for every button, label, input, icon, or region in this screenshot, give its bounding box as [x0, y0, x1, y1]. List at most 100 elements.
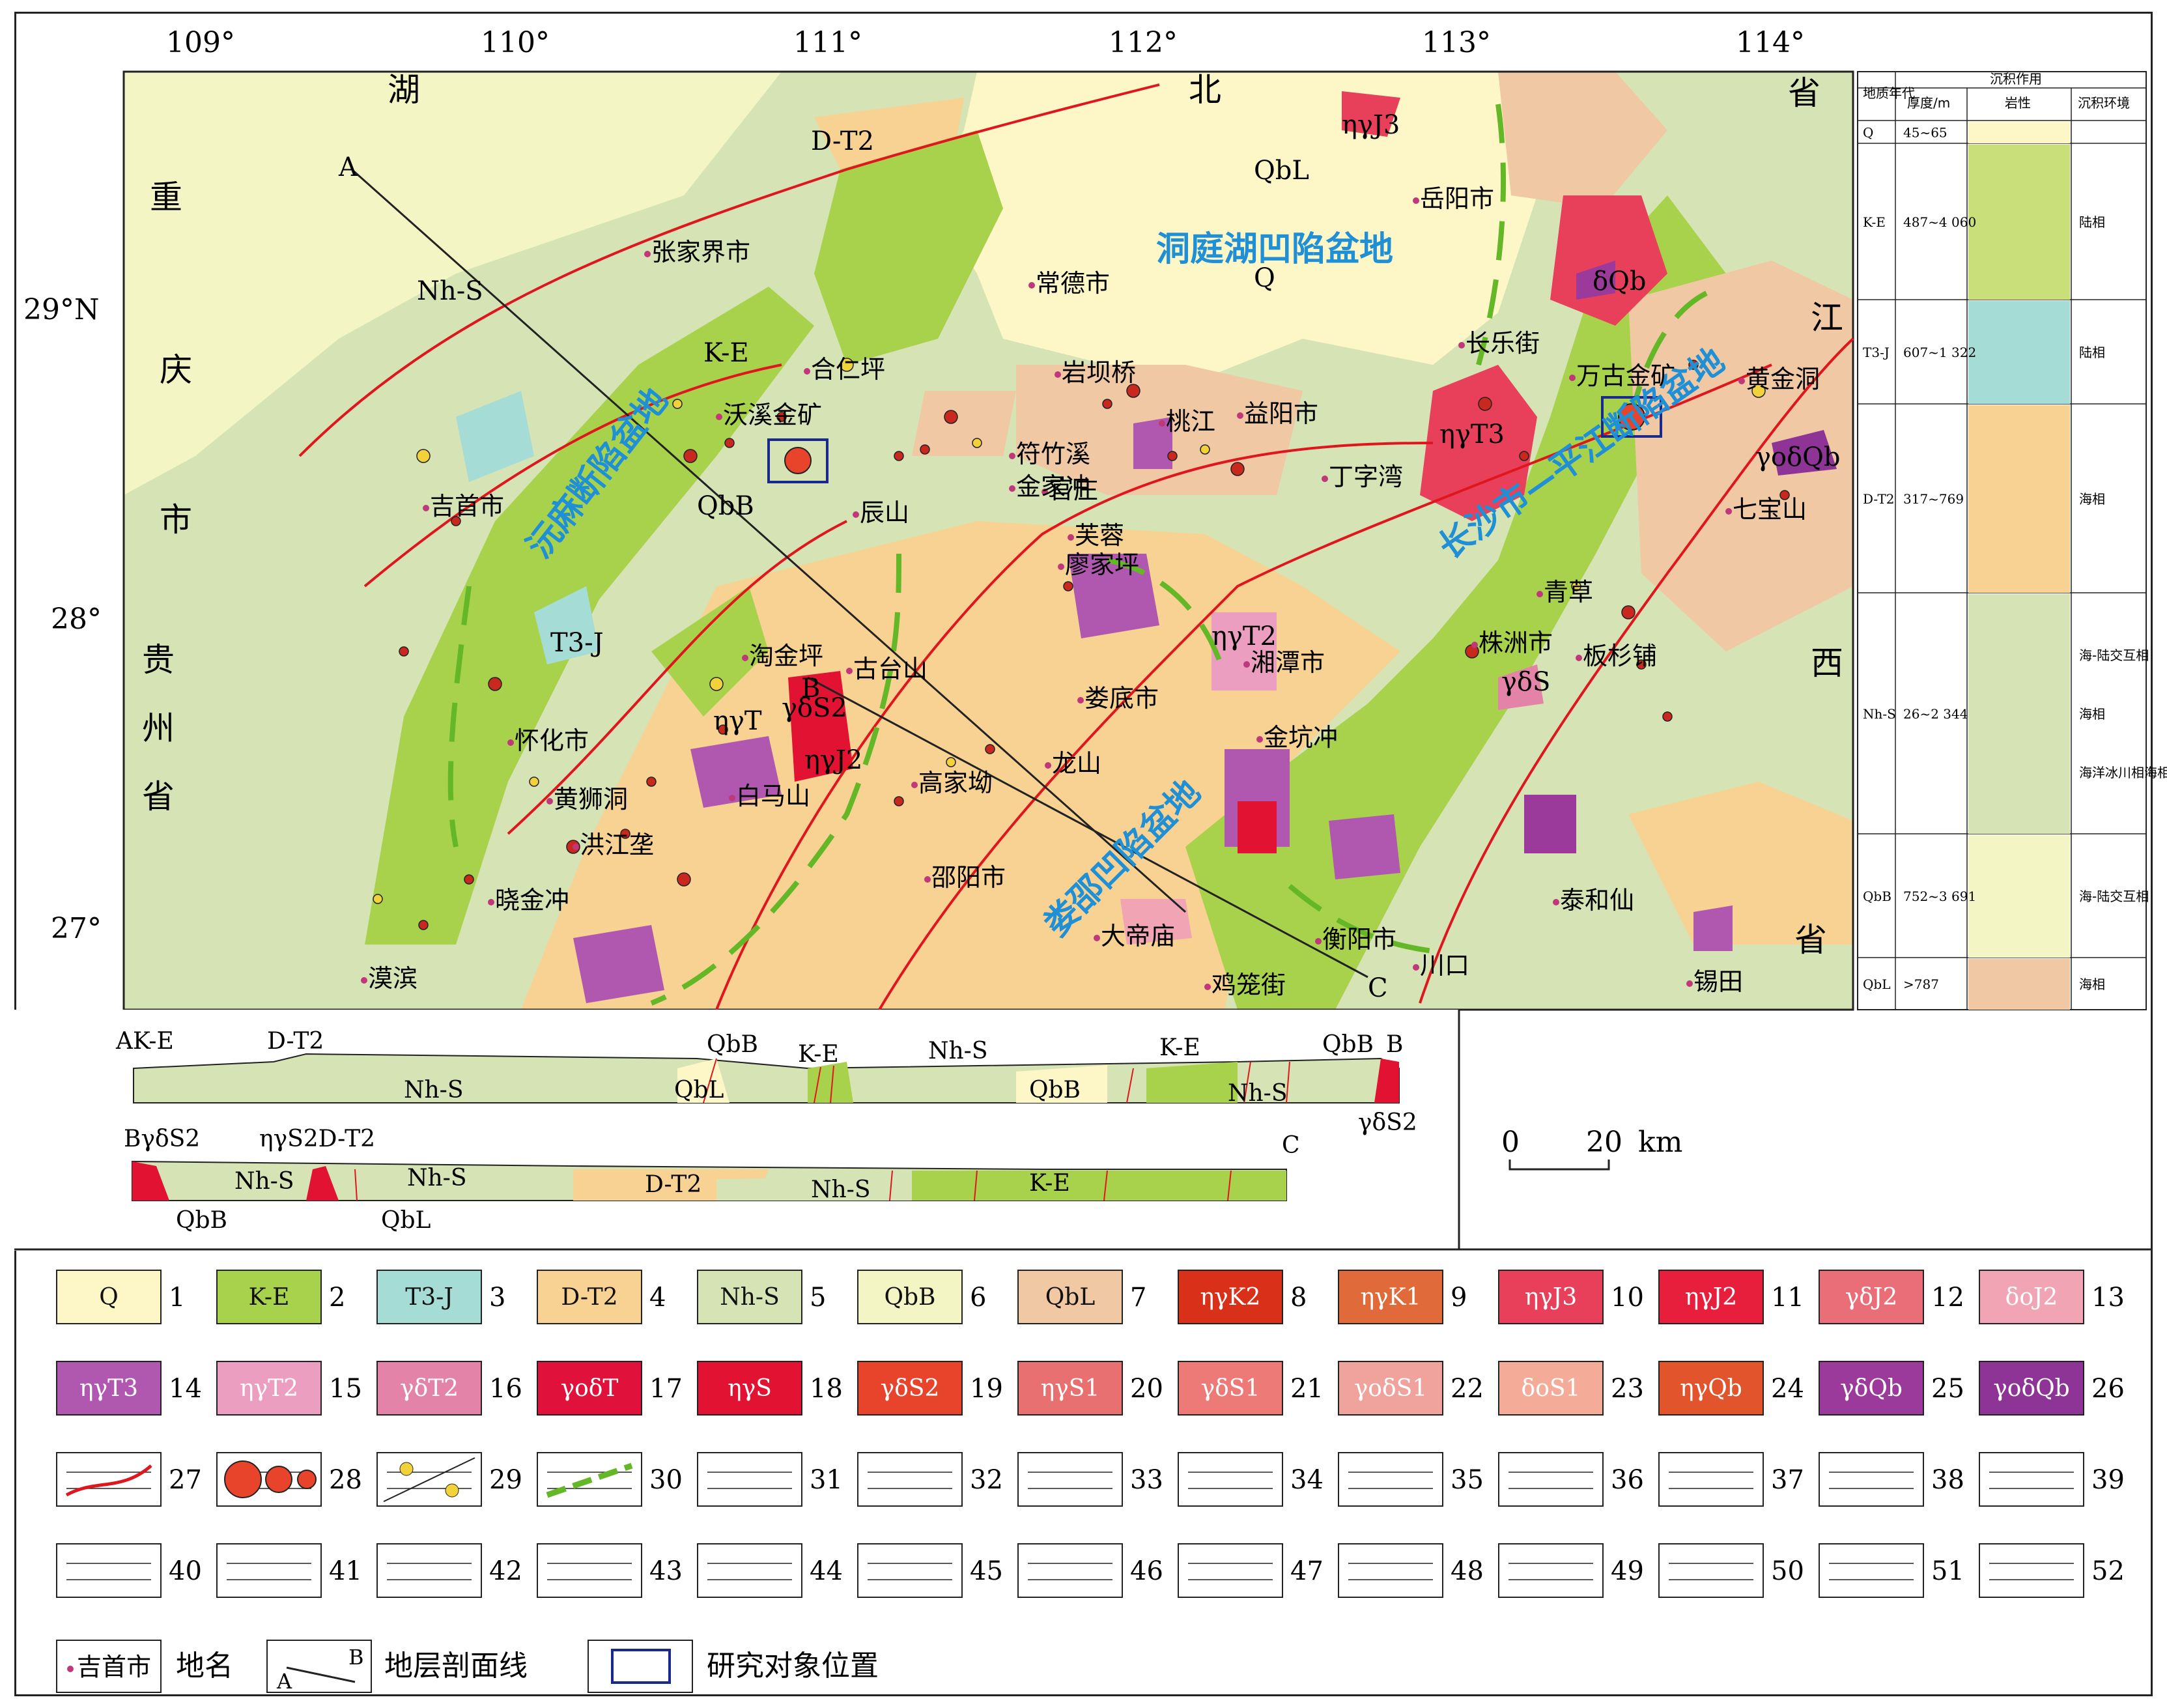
chongqing-3: 市	[160, 501, 192, 539]
map-unit-label: ηγJ3	[1342, 110, 1400, 140]
legend-number: 34	[1290, 1465, 1324, 1495]
deposit-marker	[1621, 605, 1636, 619]
legend-code: ηγQb	[1680, 1375, 1742, 1402]
lon-109: 109°	[166, 26, 235, 59]
city-dot	[1094, 935, 1100, 941]
section-ab-label-11: γδS2	[1358, 1109, 1417, 1136]
legend-code: δoS1	[1522, 1375, 1581, 1402]
city-label: 衡阳市	[1322, 925, 1396, 954]
city-label: 岩坝桥	[1062, 358, 1136, 387]
deposit-marker	[418, 920, 429, 930]
city-dot	[1471, 642, 1478, 648]
legend-item: 30	[537, 1452, 683, 1507]
section-bc-label-5: QbL	[381, 1207, 431, 1234]
legend-item: δoS1 23	[1498, 1361, 1644, 1416]
city-label: 益阳市	[1244, 399, 1318, 428]
legend-number: 49	[1611, 1556, 1644, 1586]
legend-item: 32	[857, 1452, 1003, 1507]
city-label: 岳阳市	[1420, 184, 1494, 213]
map-unit-label: ηγT	[713, 706, 762, 736]
deposit-marker	[529, 776, 539, 787]
column-title: 沉积作用	[1990, 71, 2042, 87]
column-age: D-T2	[1863, 491, 1895, 507]
deposit-marker	[1102, 399, 1112, 409]
legend-item: γδQb 25	[1819, 1361, 1964, 1416]
column-h-thickness: 厚度/m	[1907, 95, 1950, 111]
lat-28: 28°	[51, 603, 102, 636]
legend-item: Nh-S 5	[697, 1270, 826, 1324]
legend-number: 43	[649, 1556, 683, 1586]
deposit-marker	[1167, 451, 1178, 461]
legend-place-sample: 吉首市	[77, 1653, 151, 1681]
column-thickness: 317~769	[1903, 491, 1964, 507]
map-unit-label: K-E	[703, 338, 749, 368]
legend-number: 15	[329, 1374, 362, 1404]
legend-number: 11	[1771, 1283, 1804, 1313]
city-label: 株洲市	[1479, 629, 1553, 657]
legend-code: ηγS1	[1041, 1375, 1100, 1402]
city-dot	[1028, 282, 1035, 289]
map-unit-label: ηγT3	[1439, 420, 1505, 449]
legend-number: 12	[1931, 1283, 1964, 1313]
deposit-marker	[894, 796, 904, 806]
section-bc-label-4: QbB	[176, 1207, 227, 1234]
city-label: 大帝庙	[1101, 922, 1175, 950]
legend-number: 1	[169, 1283, 185, 1313]
legend-item: 49	[1498, 1543, 1644, 1598]
column-env: 海相	[2079, 491, 2105, 507]
legend-item: QbB 6	[857, 1270, 986, 1324]
legend-item: 51	[1819, 1543, 1964, 1598]
legend-item: ηγJ2 11	[1658, 1270, 1804, 1324]
legend-code: ηγS	[728, 1375, 772, 1402]
legend-item: ηγJ3 10	[1498, 1270, 1644, 1324]
city-label: 吉首市	[430, 492, 504, 520]
section-bc-label-6: D-T2	[645, 1171, 701, 1198]
city-label: 龙山	[1052, 749, 1101, 778]
legend-code: ηγK2	[1200, 1284, 1261, 1311]
legend-code: γδT2	[400, 1375, 459, 1402]
city-label: 桃江	[1166, 407, 1215, 436]
legend-number: 32	[970, 1465, 1003, 1495]
city-label: 锡田	[1693, 967, 1743, 996]
legend-item: 33	[1017, 1452, 1163, 1507]
legend-item: ηγS1 20	[1017, 1361, 1163, 1416]
legend-number: 8	[1290, 1283, 1307, 1313]
column-env: 海洋冰川相海相	[2079, 765, 2167, 780]
column-h-lithology: 岩性	[2005, 95, 2031, 111]
column-env: 陆相	[2079, 214, 2105, 230]
deposit-marker	[724, 438, 735, 448]
city-label: 板杉铺	[1583, 642, 1657, 670]
chongqing-2: 庆	[160, 351, 192, 389]
deposit-marker	[1478, 397, 1492, 411]
map-unit-label: T3-J	[550, 628, 604, 658]
city-label: 泰和仙	[1560, 886, 1634, 915]
deposit-marker	[1200, 444, 1210, 455]
section-ab-label-5: K-E	[1159, 1034, 1200, 1061]
city-dot	[488, 899, 494, 905]
column-env: 海-陆交互相	[2079, 648, 2149, 663]
deposit-marker	[1230, 462, 1245, 476]
section-ab-label-9: QbB	[1029, 1077, 1081, 1103]
lon-111: 111°	[793, 26, 862, 59]
legend-item: ηγK1 9	[1338, 1270, 1467, 1324]
section-ab-label-8: QbL	[674, 1077, 724, 1103]
jiangxi-3: 省	[1794, 921, 1827, 959]
cross-sections: AK-E D-T2 QbB K-E Nh-S K-E QbB Nh-S QbL …	[14, 1010, 1682, 1251]
legend-code: K-E	[249, 1284, 290, 1311]
legend-item: γoδT 17	[537, 1361, 683, 1416]
legend-number: 10	[1611, 1283, 1644, 1313]
section-ab-label-7: Nh-S	[404, 1077, 464, 1103]
map-unit-label: ηγT2	[1211, 621, 1277, 651]
legend-number: 23	[1611, 1374, 1644, 1404]
legend-item: 31	[697, 1452, 843, 1507]
city-label: 黄狮洞	[554, 785, 628, 814]
legend-item: ηγS 18	[697, 1361, 843, 1416]
deposit-marker	[416, 449, 431, 463]
city-label: 漠滨	[368, 964, 418, 993]
city-dot	[924, 876, 931, 883]
stratigraphic-column: 沉积作用 地质年代 厚度/m 岩性 沉积环境 Q 45~65K-E 487~4 06…	[1857, 71, 2167, 1010]
column-h-env: 沉积环境	[2078, 95, 2130, 111]
legend-item: γδS2 19	[857, 1361, 1003, 1416]
city-dot	[1058, 563, 1064, 570]
section-ab-label-6: QbB	[1322, 1031, 1374, 1058]
